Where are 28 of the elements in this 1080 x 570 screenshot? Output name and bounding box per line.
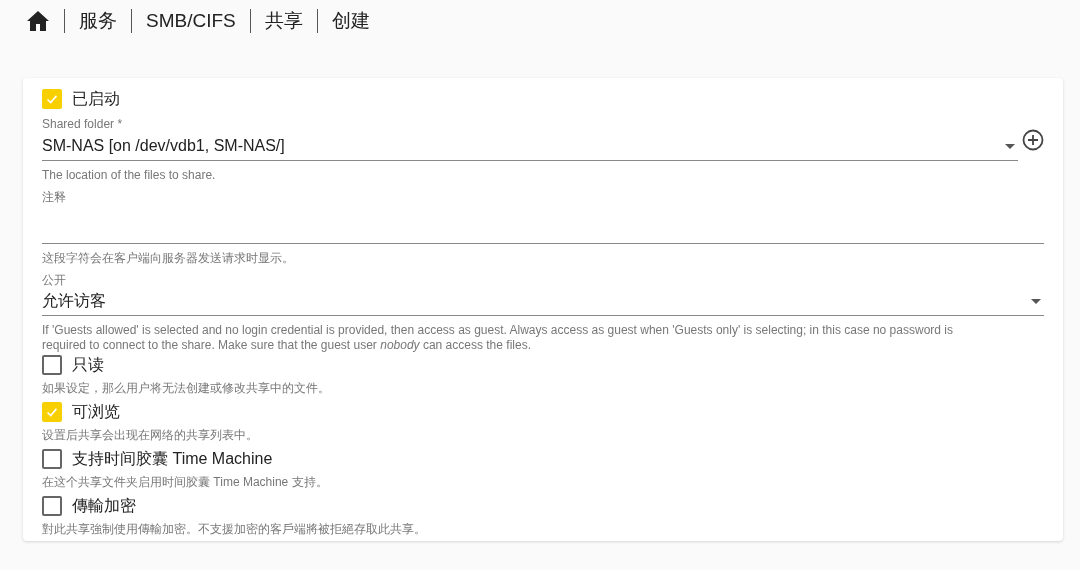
breadcrumb-link[interactable]: 创建 bbox=[331, 8, 370, 34]
checkbox-label: 傳輸加密 bbox=[72, 495, 136, 516]
help-text: The location of the files to share. bbox=[42, 168, 217, 183]
help-text: 在这个共享文件夹启用时间胶囊 Time Machine 支持。 bbox=[42, 475, 329, 490]
help-text: If 'Guests allowed' is selected and no login credential is provided, then access as guest. Always access as guest when 'Guests only' is selecting; in this case no password is required to connect to the share. Make sure that the guest user nobody can access the files. bbox=[42, 323, 954, 353]
field-label: Shared folder * bbox=[42, 117, 124, 132]
field-label: 公开 bbox=[42, 272, 67, 287]
caret-icon bbox=[1031, 298, 1041, 304]
help-text: 如果设定，那么用户将无法创建或修改共享中的文件。 bbox=[42, 381, 331, 396]
field-label: 注释 bbox=[42, 189, 67, 204]
help-text: 设置后共享会出现在网络的共享列表中。 bbox=[42, 428, 259, 443]
checkbox-label: 只读 bbox=[72, 354, 104, 375]
home-icon[interactable] bbox=[26, 10, 50, 32]
caret-icon bbox=[1005, 143, 1015, 149]
select-field[interactable]: 允许访客 bbox=[42, 287, 1044, 316]
checkbox-label: 支持时间胶囊 Time Machine bbox=[72, 448, 273, 469]
breadcrumb-link[interactable]: 服务 bbox=[79, 8, 117, 34]
help-text: 这段字符会在客户端向服务器发送请求时显示。 bbox=[42, 251, 295, 266]
help-text: 對此共享強制使用傳輸加密。不支援加密的客戶端將被拒絕存取此共享。 bbox=[42, 522, 427, 537]
checkbox-label: 已启动 bbox=[72, 88, 120, 109]
breadcrumb-link[interactable]: 共享 bbox=[264, 8, 303, 34]
breadcrumb-link[interactable]: SMB/CIFS bbox=[146, 10, 236, 32]
checkbox[interactable] bbox=[42, 449, 62, 469]
add-icon[interactable] bbox=[1022, 128, 1044, 151]
checkbox-label: 可浏览 bbox=[72, 401, 120, 422]
checkbox[interactable] bbox=[42, 496, 62, 516]
select-field[interactable]: SM-NAS [on /dev/vdb1, SM-NAS/] bbox=[42, 132, 1018, 161]
checkbox[interactable] bbox=[42, 355, 62, 375]
